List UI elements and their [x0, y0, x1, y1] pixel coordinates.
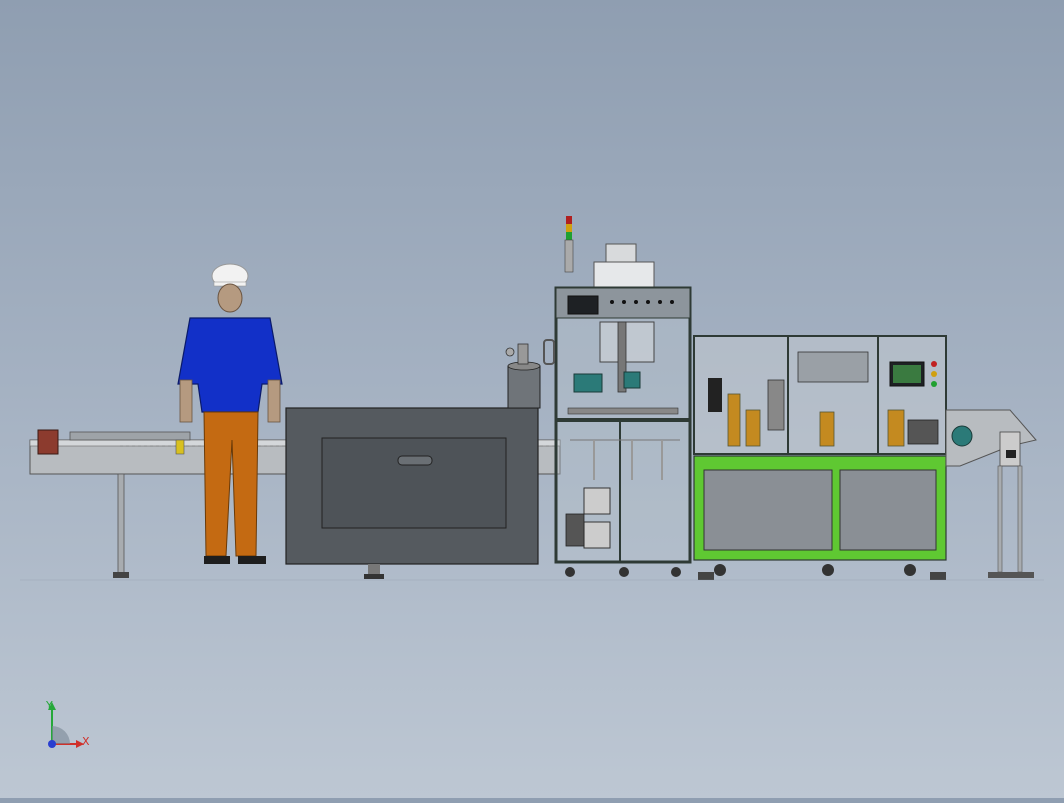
output-conveyor	[945, 409, 1037, 578]
assembly-station	[693, 335, 947, 580]
y-axis-label: Y	[46, 699, 53, 712]
assembly-drawing	[20, 216, 1044, 581]
cad-viewport[interactable]: X Y	[0, 0, 1064, 798]
dispensing-station	[543, 216, 692, 577]
x-axis-label: X	[82, 735, 90, 748]
operator-figure	[177, 263, 283, 564]
pressure-tank	[505, 343, 541, 409]
oven-enclosure	[285, 407, 539, 579]
